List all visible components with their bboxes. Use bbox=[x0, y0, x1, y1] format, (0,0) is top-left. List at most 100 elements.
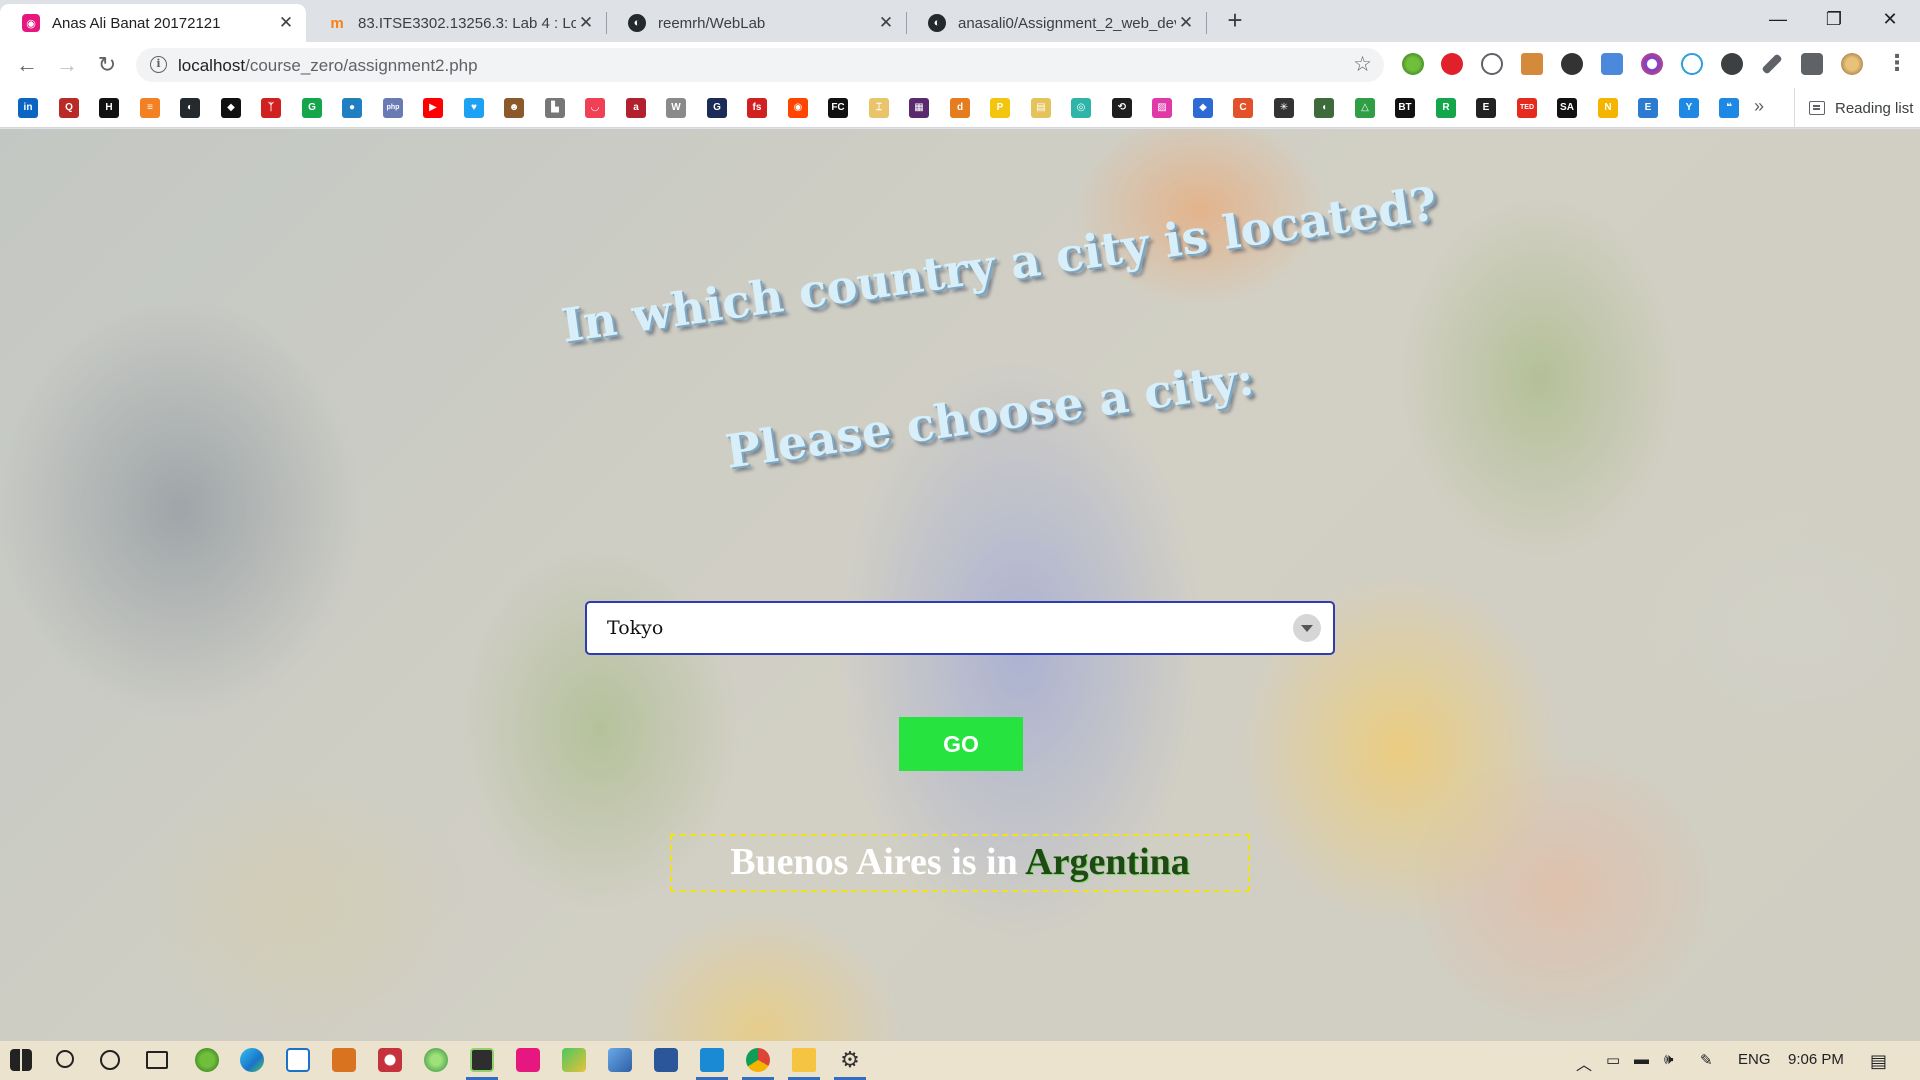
puzzle-extensions-icon[interactable] bbox=[1801, 53, 1823, 75]
bottle-icon[interactable]: ◖ bbox=[1314, 98, 1334, 118]
youtube-icon[interactable]: ▶ bbox=[423, 98, 443, 118]
stackoverflow-icon[interactable]: ≡ bbox=[140, 98, 160, 118]
globe-app-icon[interactable] bbox=[195, 1048, 219, 1072]
task-view-icon[interactable] bbox=[146, 1051, 168, 1069]
file-explorer-icon[interactable] bbox=[792, 1048, 816, 1072]
minimize-button[interactable]: — bbox=[1750, 0, 1806, 38]
color-picker-extension-icon[interactable] bbox=[1641, 53, 1663, 75]
network-icon[interactable]: ▭ bbox=[1606, 1051, 1620, 1069]
pocket-icon[interactable]: ◡ bbox=[585, 98, 605, 118]
forward-button[interactable]: → bbox=[52, 50, 82, 80]
hackerrank-icon[interactable]: H bbox=[99, 98, 119, 118]
close-window-button[interactable]: ✕ bbox=[1862, 0, 1918, 38]
globe-extension-icon[interactable] bbox=[1402, 53, 1424, 75]
edge-icon[interactable] bbox=[240, 1048, 264, 1072]
chevron-up-icon[interactable]: ︿ bbox=[1576, 1051, 1592, 1075]
tab-reemrh-weblab[interactable]: ◐ reemrh/WebLab ✕ bbox=[606, 4, 906, 42]
ted-icon[interactable]: TED bbox=[1517, 98, 1537, 118]
e-blue-icon[interactable]: E bbox=[1638, 98, 1658, 118]
quote-icon[interactable]: ❝ bbox=[1719, 98, 1739, 118]
purple-square-icon[interactable]: ▦ bbox=[909, 98, 929, 118]
site-info-icon[interactable]: i bbox=[150, 56, 167, 73]
tag-extension-icon[interactable] bbox=[1521, 53, 1543, 75]
gear-extension-icon[interactable] bbox=[1561, 53, 1583, 75]
pen-workspace-icon[interactable]: ✎ bbox=[1700, 1051, 1713, 1069]
tab-anasali0-assignment[interactable]: ◐ anasali0/Assignment_2_web_dev ✕ bbox=[906, 4, 1206, 42]
virtualbox-icon[interactable] bbox=[608, 1048, 632, 1072]
green-r-icon[interactable]: R bbox=[1436, 98, 1456, 118]
chrome-icon[interactable] bbox=[746, 1048, 770, 1072]
back-button[interactable]: ← bbox=[12, 50, 42, 80]
recycle-extension-icon[interactable] bbox=[1481, 53, 1503, 75]
notepad-icon[interactable] bbox=[562, 1048, 586, 1072]
diamond-icon[interactable]: ◆ bbox=[1193, 98, 1213, 118]
linkedin-icon[interactable]: in bbox=[18, 98, 38, 118]
bt-icon[interactable]: BT bbox=[1395, 98, 1415, 118]
a-letter-icon[interactable]: a bbox=[626, 98, 646, 118]
wikipedia-icon[interactable]: W bbox=[666, 98, 686, 118]
word-icon[interactable] bbox=[654, 1048, 678, 1072]
tab-lab4-loop[interactable]: m 83.ITSE3302.13256.3: Lab 4 : Loop ✕ bbox=[306, 4, 606, 42]
volume-icon[interactable]: 🕪 bbox=[1664, 1051, 1673, 1068]
n-icon[interactable]: N bbox=[1598, 98, 1618, 118]
figure-icon[interactable]: ᛉ bbox=[261, 98, 281, 118]
search-icon[interactable] bbox=[56, 1050, 74, 1068]
address-bar[interactable]: i localhost/course_zero/assignment2.php … bbox=[136, 48, 1384, 82]
more-menu-icon[interactable]: ⋮ bbox=[1886, 52, 1908, 76]
drive-icon[interactable]: △ bbox=[1355, 98, 1375, 118]
reddit-icon[interactable]: ◉ bbox=[788, 98, 808, 118]
settings-gear-icon[interactable]: ⚙ bbox=[838, 1048, 862, 1072]
cityscape-icon[interactable]: ▙ bbox=[545, 98, 565, 118]
php-icon[interactable]: php bbox=[383, 98, 403, 118]
notifications-icon[interactable]: ▤ bbox=[1870, 1051, 1887, 1072]
clock[interactable]: 9:06 PM bbox=[1788, 1051, 1844, 1068]
adblock-extension-icon[interactable] bbox=[1441, 53, 1463, 75]
asterisk-icon[interactable]: ✳ bbox=[1274, 98, 1294, 118]
orange-c-icon[interactable]: C bbox=[1233, 98, 1253, 118]
debian-icon[interactable] bbox=[378, 1048, 402, 1072]
sublime-text-icon[interactable] bbox=[332, 1048, 356, 1072]
e-script-icon[interactable]: E bbox=[1476, 98, 1496, 118]
grammarly-extension-icon[interactable] bbox=[1721, 53, 1743, 75]
y-icon[interactable]: Y bbox=[1679, 98, 1699, 118]
infinity-extension-icon[interactable] bbox=[1681, 53, 1703, 75]
fc-icon[interactable]: FC bbox=[828, 98, 848, 118]
url-text[interactable]: localhost/course_zero/assignment2.php bbox=[178, 56, 478, 76]
spiral-icon[interactable]: ◎ bbox=[1071, 98, 1091, 118]
grammarly-icon[interactable]: G bbox=[302, 98, 322, 118]
circle-g-icon[interactable]: G bbox=[707, 98, 727, 118]
android-studio-icon[interactable] bbox=[424, 1048, 448, 1072]
go-button[interactable]: GO bbox=[899, 717, 1023, 771]
close-icon[interactable]: ✕ bbox=[576, 13, 596, 33]
window-app-icon[interactable] bbox=[286, 1048, 310, 1072]
mascot-icon[interactable]: ☻ bbox=[504, 98, 524, 118]
language-indicator[interactable]: ENG bbox=[1738, 1051, 1771, 1068]
bracket-icon[interactable]: ⌶ bbox=[869, 98, 889, 118]
avatar[interactable] bbox=[1841, 53, 1863, 75]
cortana-icon[interactable] bbox=[100, 1050, 120, 1070]
reading-list-button[interactable]: Reading list bbox=[1794, 88, 1913, 128]
swirl-icon[interactable]: ⟲ bbox=[1112, 98, 1132, 118]
sa-icon[interactable]: SA bbox=[1557, 98, 1577, 118]
reload-button[interactable]: ↻ bbox=[92, 50, 122, 80]
battery-icon[interactable]: ▬ bbox=[1634, 1051, 1649, 1068]
city-select[interactable]: Tokyo bbox=[585, 601, 1335, 655]
camera-extension-icon[interactable] bbox=[1601, 53, 1623, 75]
gradient-icon[interactable]: ▨ bbox=[1152, 98, 1172, 118]
close-icon[interactable]: ✕ bbox=[276, 13, 296, 33]
fs-icon[interactable]: fs bbox=[747, 98, 767, 118]
close-icon[interactable]: ✕ bbox=[1176, 13, 1196, 33]
terminal-icon[interactable] bbox=[470, 1048, 494, 1072]
quora-icon[interactable]: Q bbox=[59, 98, 79, 118]
github-icon[interactable]: ◐ bbox=[180, 98, 200, 118]
yellow-p-icon[interactable]: P bbox=[990, 98, 1010, 118]
codeforces-icon[interactable]: ◆ bbox=[221, 98, 241, 118]
orange-d-icon[interactable]: d bbox=[950, 98, 970, 118]
tab-anas-ali-banat[interactable]: ◉ Anas Ali Banat 20172121 ✕ bbox=[0, 4, 306, 42]
twitter-icon[interactable]: ♥ bbox=[464, 98, 484, 118]
vscode-icon[interactable] bbox=[700, 1048, 724, 1072]
chevron-more-icon[interactable]: » bbox=[1754, 96, 1764, 117]
windows-start-icon[interactable] bbox=[10, 1049, 32, 1071]
bookmark-star-icon[interactable]: ☆ bbox=[1353, 52, 1372, 77]
book-icon[interactable]: ▤ bbox=[1031, 98, 1051, 118]
